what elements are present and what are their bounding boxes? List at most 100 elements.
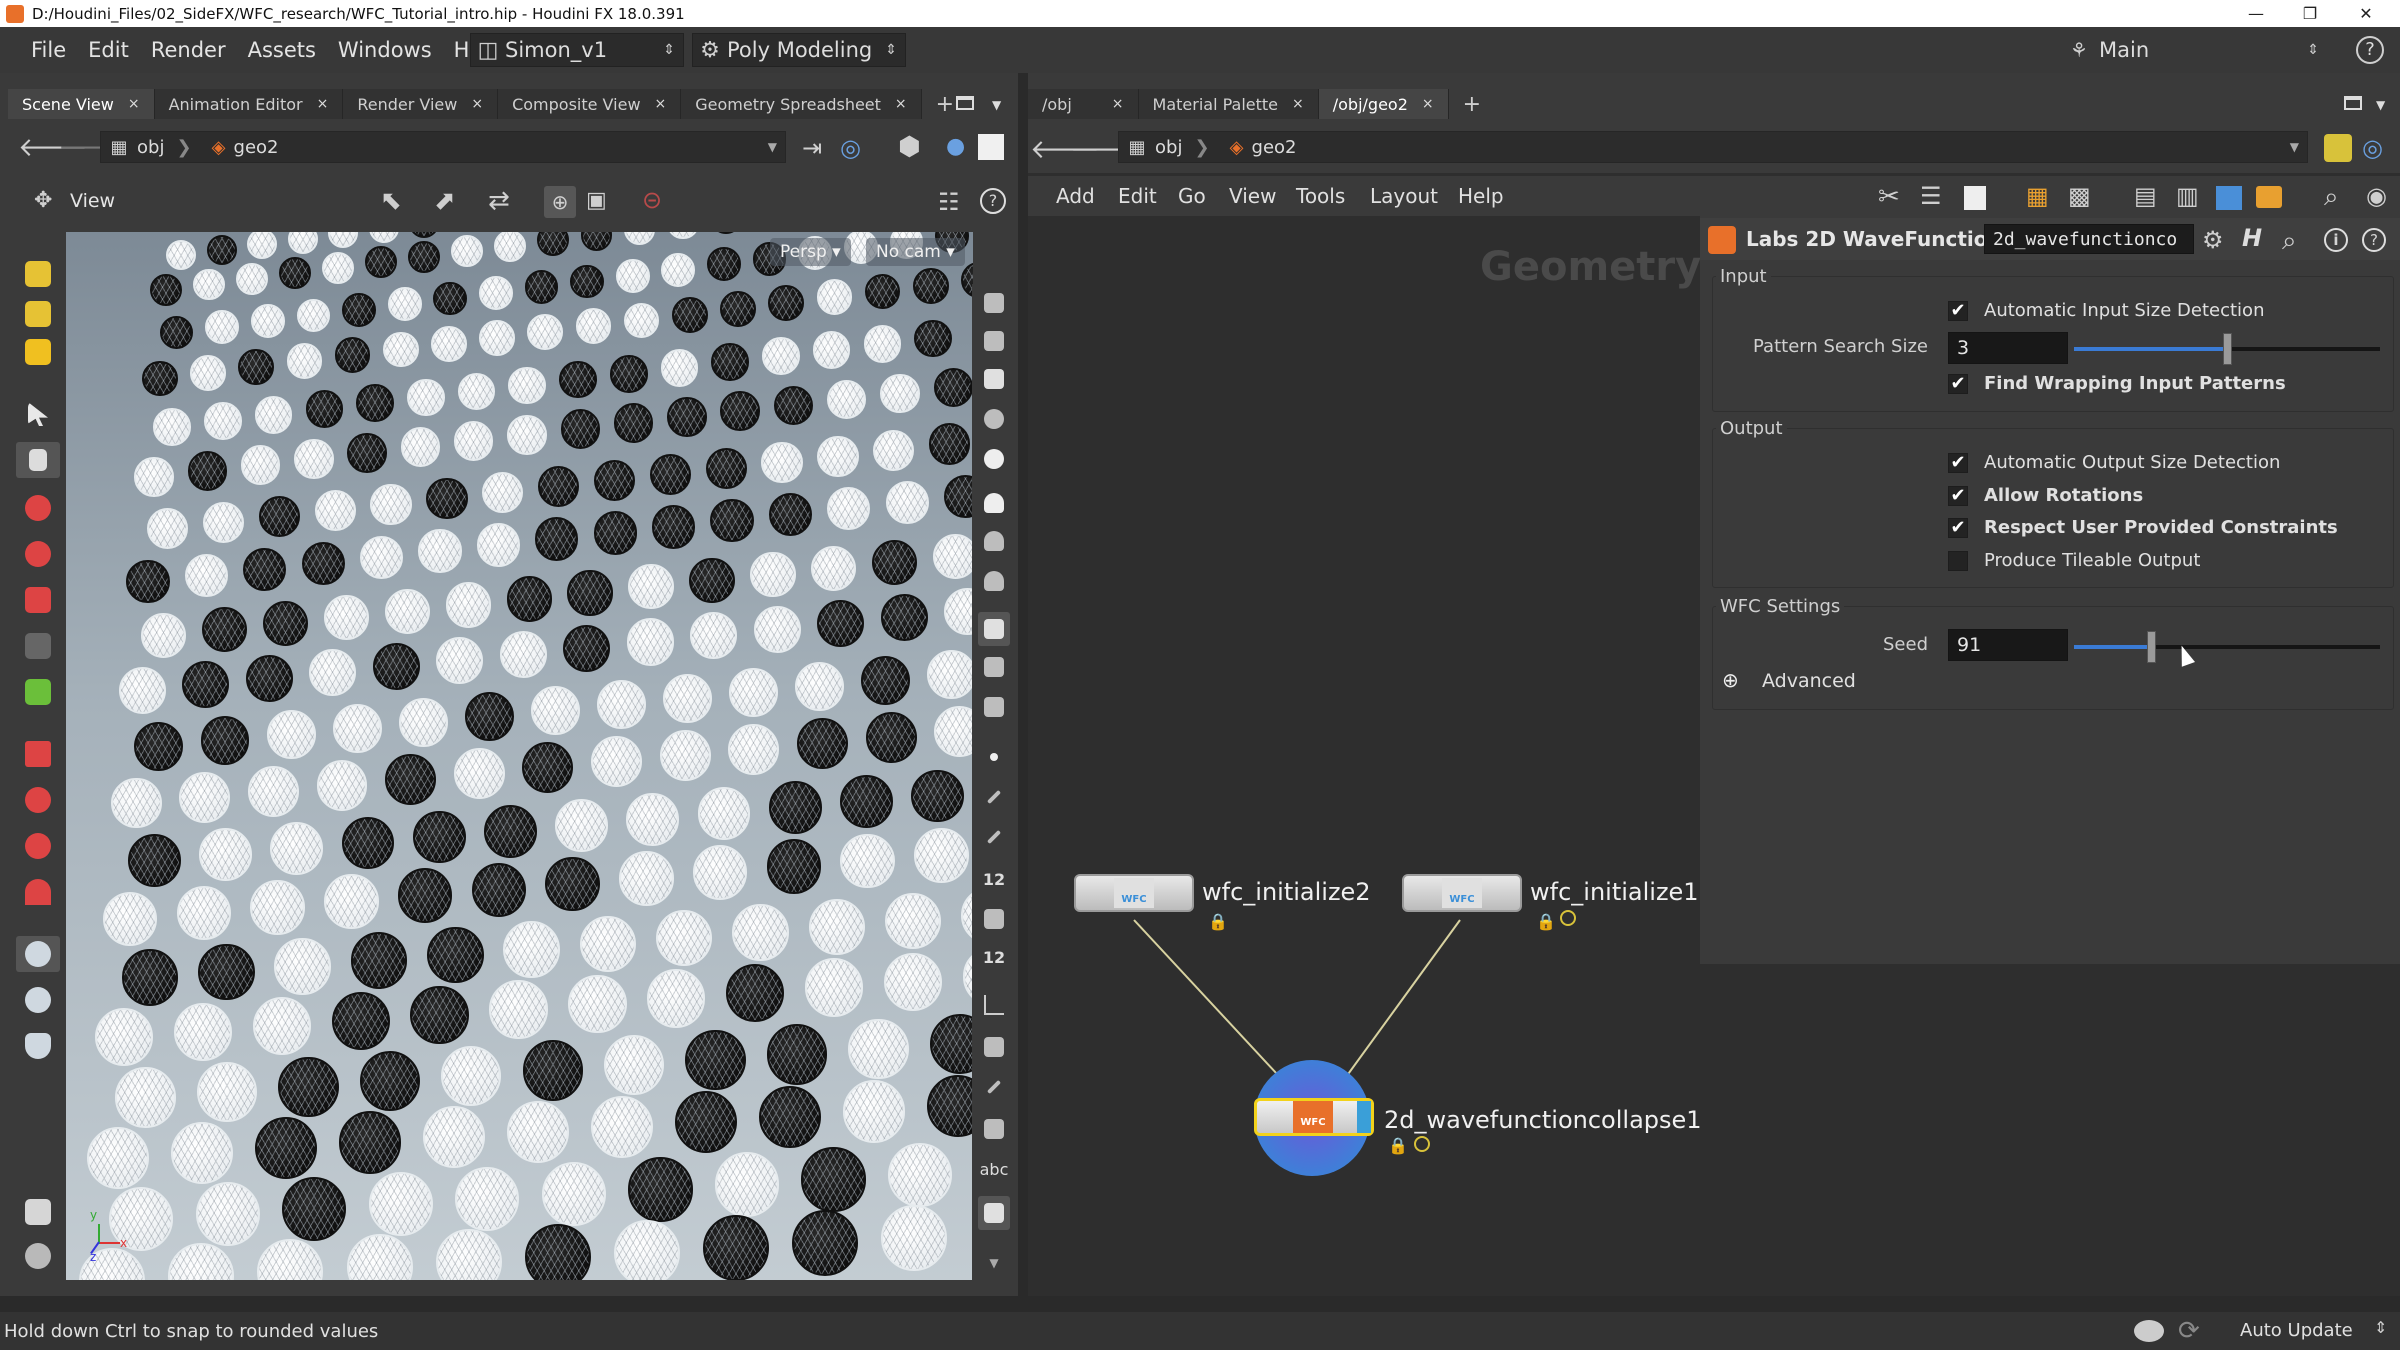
- display-hull-icon[interactable]: [978, 988, 1010, 1022]
- close-tab-icon[interactable]: ×: [1422, 96, 1434, 112]
- path-node[interactable]: geo2: [1252, 137, 1297, 158]
- pin-icon[interactable]: ⇥: [802, 134, 822, 162]
- tool-camera-icon[interactable]: [16, 982, 60, 1018]
- display-backface-icon[interactable]: [978, 650, 1010, 684]
- tool-paint-icon[interactable]: [16, 334, 60, 370]
- updown-arrows-icon[interactable]: ⇕: [2374, 1318, 2387, 1337]
- view-help-icon[interactable]: ?: [980, 188, 1006, 214]
- tool-rotate-icon[interactable]: [16, 536, 60, 572]
- node-wfc-initialize1[interactable]: WFC: [1402, 874, 1522, 912]
- display-uv-icon[interactable]: [978, 902, 1010, 936]
- visibility-icon[interactable]: ◉: [2366, 182, 2387, 210]
- toolbar-options-icon[interactable]: ☷: [938, 188, 960, 216]
- tab-animation-editor[interactable]: Animation Editor ×: [154, 89, 344, 119]
- sticky-note-icon[interactable]: ▥: [2176, 182, 2199, 210]
- tools-wrench-icon[interactable]: ✂: [1878, 182, 1900, 212]
- path-dropdown-icon[interactable]: ▼: [2290, 140, 2299, 154]
- tool-transform-icon[interactable]: [16, 674, 60, 710]
- close-window-button[interactable]: ✕: [2346, 0, 2386, 27]
- pane-menu-arrow-icon[interactable]: ▼: [992, 98, 1001, 112]
- network-menu-edit[interactable]: Edit: [1118, 184, 1157, 208]
- desktop-selector[interactable]: ◫ Simon_v1 ⇕: [470, 33, 684, 67]
- tool-snap-prim-icon[interactable]: [16, 782, 60, 818]
- display-wireframe-icon[interactable]: [978, 612, 1010, 646]
- tool-snap-point-icon[interactable]: [16, 828, 60, 864]
- close-tab-icon[interactable]: ×: [471, 96, 483, 112]
- node-flag-icon[interactable]: [1560, 910, 1576, 926]
- display-shading-icon[interactable]: [978, 442, 1010, 476]
- tool-snapshot-icon[interactable]: [16, 1238, 60, 1274]
- path-dropdown-icon[interactable]: ▼: [768, 140, 777, 154]
- tab-geometry-spreadsheet[interactable]: Geometry Spreadsheet ×: [681, 89, 922, 119]
- close-tab-icon[interactable]: ×: [655, 96, 667, 112]
- point-numbers-icon[interactable]: 12: [978, 862, 1010, 896]
- tab-scene-view[interactable]: Scene View ×: [8, 89, 155, 119]
- camera-select-menu[interactable]: No cam ▾: [866, 238, 965, 266]
- display-camera-icon[interactable]: [978, 324, 1010, 358]
- restore-button[interactable]: ❐: [2290, 0, 2330, 27]
- cache-icon[interactable]: [2134, 1320, 2164, 1342]
- close-tab-icon[interactable]: ×: [317, 96, 329, 112]
- menu-assets[interactable]: Assets: [237, 38, 327, 62]
- path-root[interactable]: obj: [137, 137, 164, 158]
- left-path-field[interactable]: ▦ obj ❯ ◈ geo2 ▼: [100, 131, 786, 163]
- network-menu-tools[interactable]: Tools: [1296, 184, 1345, 208]
- display-lightlink-icon[interactable]: [978, 564, 1010, 598]
- tool-snap-grid-icon[interactable]: [16, 736, 60, 772]
- minimize-button[interactable]: —: [2236, 0, 2276, 27]
- display-options-icon[interactable]: ▣: [586, 188, 607, 213]
- display-lock-icon[interactable]: [978, 362, 1010, 396]
- camera-persp-menu[interactable]: Persp ▾: [770, 238, 851, 266]
- tool-move-icon[interactable]: [16, 490, 60, 526]
- add-tab-button[interactable]: +: [1449, 89, 1495, 119]
- thumbnail-view-icon[interactable]: ▩: [2068, 182, 2091, 210]
- tab-render-view[interactable]: Render View ×: [343, 89, 499, 119]
- path-node[interactable]: geo2: [234, 137, 279, 158]
- tree-view-icon[interactable]: ☰: [1920, 182, 1942, 210]
- tab-obj[interactable]: /obj ×: [1028, 89, 1139, 119]
- menu-edit[interactable]: Edit: [77, 38, 140, 62]
- list-view-icon[interactable]: [1964, 186, 1986, 210]
- menu-windows[interactable]: Windows: [327, 38, 443, 62]
- tool-render-icon[interactable]: [16, 1028, 60, 1064]
- display-background-icon[interactable]: [978, 1112, 1010, 1146]
- tool-lock-icon[interactable]: [16, 442, 60, 478]
- display-ghost-icon[interactable]: [978, 402, 1010, 436]
- shading-mode-icon[interactable]: ⬢: [898, 132, 921, 162]
- tab-obj-geo2[interactable]: /obj/geo2 ×: [1318, 89, 1449, 119]
- tool-magnet-icon[interactable]: [16, 874, 60, 910]
- display-template-icon[interactable]: [978, 1030, 1010, 1064]
- search-icon[interactable]: ⌕: [2324, 182, 2339, 213]
- path-root[interactable]: obj: [1155, 137, 1182, 158]
- display-points-icon[interactable]: [978, 740, 1010, 774]
- grid-view-icon[interactable]: ▦: [2026, 182, 2049, 210]
- display-image-icon[interactable]: [978, 1196, 1010, 1230]
- pane-maximize-icon[interactable]: [2344, 96, 2362, 110]
- pane-menu-arrow-icon[interactable]: ▼: [2376, 98, 2385, 112]
- close-tab-icon[interactable]: ×: [895, 96, 907, 112]
- update-refresh-icon[interactable]: ⟳: [2178, 1316, 2200, 1346]
- select-points-icon[interactable]: ⬈: [434, 186, 456, 216]
- select-geometry-icon[interactable]: ⬉: [380, 186, 402, 216]
- 3d-viewport[interactable]: [66, 232, 973, 1280]
- context-selector[interactable]: ⚘ Main ⇕: [2058, 33, 2326, 67]
- toolbar-scroll-down-icon[interactable]: ▼: [978, 1246, 1010, 1280]
- view-tool-icon[interactable]: ✥: [34, 188, 52, 213]
- close-tab-icon[interactable]: ×: [1112, 96, 1124, 112]
- select-edges-icon[interactable]: ⇄: [488, 186, 510, 216]
- tool-handle-icon[interactable]: [16, 256, 60, 292]
- tool-pose-icon[interactable]: [16, 296, 60, 332]
- network-menu-view[interactable]: View: [1229, 184, 1276, 208]
- display-text-icon[interactable]: abc: [978, 1152, 1010, 1186]
- tool-pivot-icon[interactable]: [16, 628, 60, 664]
- tool-scale-icon[interactable]: [16, 582, 60, 618]
- pane-divider[interactable]: [1018, 73, 1028, 1312]
- lighting-icon[interactable]: ●: [946, 134, 965, 159]
- prim-numbers-icon[interactable]: 12: [978, 940, 1010, 974]
- menu-render[interactable]: Render: [140, 38, 237, 62]
- help-icon[interactable]: ?: [2356, 36, 2384, 64]
- display-pointnormals-icon[interactable]: [978, 820, 1010, 854]
- network-path-field[interactable]: ▦ obj ❯ ◈ geo2 ▼: [1118, 131, 2308, 163]
- tool-select-icon[interactable]: [16, 396, 60, 432]
- display-flag[interactable]: [1357, 1101, 1371, 1133]
